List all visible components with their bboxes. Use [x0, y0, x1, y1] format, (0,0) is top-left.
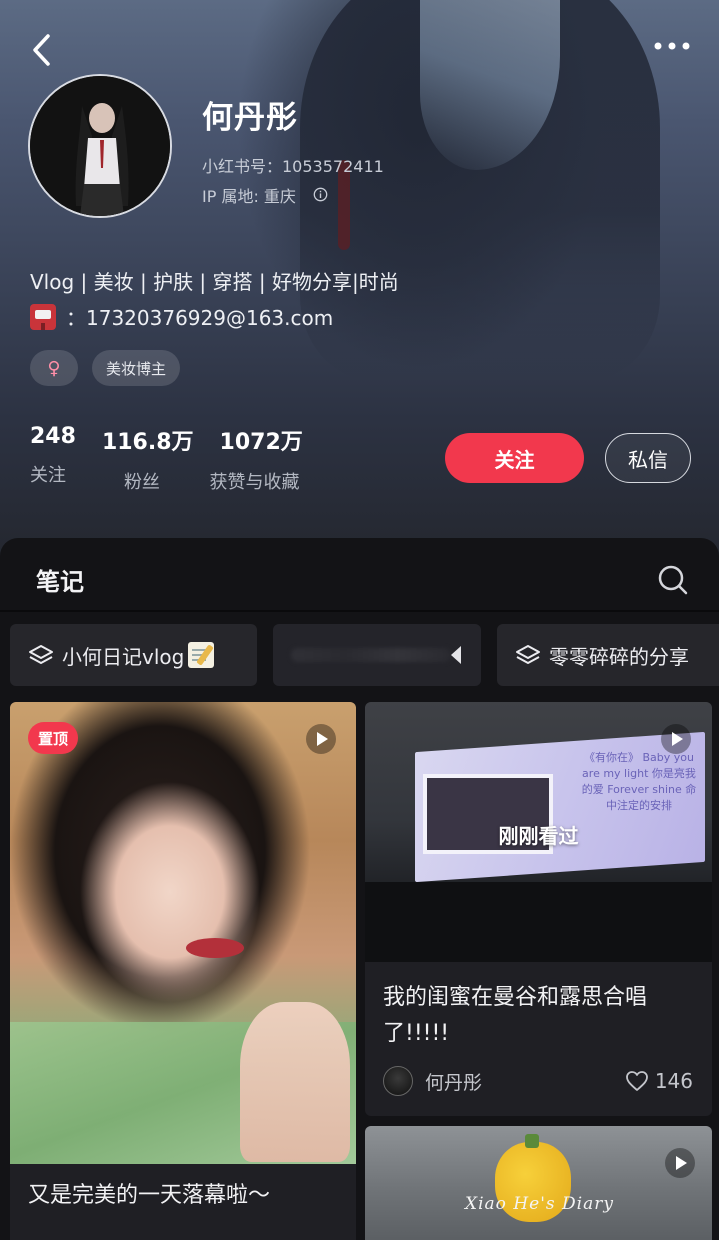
- album-misc-sharing-label: 零零碎碎的分享: [549, 644, 689, 669]
- stat-likes-collects[interactable]: 1072万 获赞与收藏: [210, 424, 303, 494]
- note-footer: 何丹彤 146: [383, 1066, 693, 1096]
- recently-viewed-label: 刚刚看过: [498, 824, 579, 848]
- profile-bio: Vlog | 美妆 | 护肤 | 穿搭 | 好物分享|时尚: [30, 270, 399, 294]
- profile-email: ：17320376929@163.com: [66, 306, 334, 330]
- note-cover-image: Xiao He's Diary: [365, 1126, 712, 1240]
- section-divider: [0, 610, 719, 612]
- note-cover-image: [10, 702, 356, 1164]
- cover-detail-stem: [525, 1134, 539, 1148]
- cover-detail-hand: [240, 1002, 350, 1162]
- layers-icon: [516, 645, 540, 664]
- album-misc-sharing[interactable]: 零零碎碎的分享: [497, 624, 719, 686]
- profile-avatar[interactable]: [28, 74, 172, 218]
- heart-icon: [625, 1071, 648, 1091]
- stat-followers[interactable]: 116.8万 粉丝: [102, 424, 194, 494]
- stat-followers-value: 116.8万: [101, 430, 194, 455]
- gender-female-icon: ♀: [30, 350, 78, 386]
- stat-likes-collects-value: 1072万: [219, 430, 303, 455]
- search-icon[interactable]: [655, 562, 691, 598]
- more-options-icon[interactable]: [648, 36, 696, 56]
- note-card[interactable]: 《有你在》 Baby you are my light 你是亮我的爱 Forev…: [365, 702, 712, 1116]
- video-play-icon: [306, 724, 336, 754]
- stat-following-value: 248: [30, 424, 76, 449]
- cover-detail-lips: [186, 938, 244, 958]
- like-count: 146: [654, 1069, 693, 1093]
- profile-stats: 248 关注 116.8万 粉丝 1072万 获赞与收藏: [30, 424, 329, 494]
- stat-followers-label: 粉丝: [123, 472, 160, 493]
- author-avatar[interactable]: [383, 1066, 413, 1096]
- note-title: 又是完美的一天落幕啦～: [28, 1183, 271, 1208]
- pinned-badge: 置顶: [28, 722, 79, 754]
- profile-email-row: ：17320376929@163.com: [30, 302, 333, 331]
- author-name[interactable]: 何丹彤: [425, 1068, 482, 1095]
- album-marker-icon: [451, 646, 461, 664]
- note-title: 我的闺蜜在曼谷和露思合唱了!!!!!: [383, 985, 648, 1046]
- notes-section-bar: 笔记: [0, 538, 719, 612]
- album-strip: 小何日记vlog 零零碎碎的分享: [10, 624, 719, 686]
- video-play-icon: [665, 1148, 695, 1178]
- tag-beauty-blogger[interactable]: 美妆博主: [92, 350, 181, 386]
- cover-detail-stage: [365, 882, 712, 962]
- info-icon[interactable]: [313, 187, 328, 202]
- album-vlog-diary[interactable]: 小何日记vlog: [10, 624, 257, 686]
- profile-ip-location: IP 属地: 重庆: [202, 183, 328, 207]
- layers-icon: [29, 645, 53, 664]
- note-card[interactable]: Xiao He's Diary: [365, 1126, 712, 1240]
- profile-tags: ♀ 美妆博主: [30, 350, 181, 386]
- tab-notes[interactable]: 笔记: [36, 562, 84, 597]
- album-hidden-label: [291, 648, 451, 662]
- album-hidden[interactable]: [273, 624, 481, 686]
- mailbox-icon: [30, 303, 56, 330]
- message-button[interactable]: 私信: [605, 433, 691, 483]
- back-icon[interactable]: [26, 30, 62, 70]
- avatar-image: [30, 76, 170, 216]
- cover-watermark: Xiao He's Diary: [465, 1194, 614, 1214]
- profile-header: 何丹彤 小红书号：1053572411 IP 属地: 重庆 Vlog | 美妆 …: [0, 0, 719, 560]
- ip-location-text: IP 属地: 重庆: [202, 187, 296, 206]
- album-vlog-diary-label: 小何日记vlog: [62, 644, 185, 669]
- follow-button[interactable]: 关注: [445, 433, 584, 483]
- profile-name: 何丹彤: [202, 100, 298, 136]
- memo-icon: [188, 642, 215, 668]
- note-card[interactable]: 置顶 又是完美的一天落幕啦～: [10, 702, 356, 1240]
- cover-screen-text: 《有你在》 Baby you are my light 你是亮我的爱 Forev…: [581, 751, 697, 812]
- profile-id[interactable]: 小红书号：1053572411: [202, 153, 384, 177]
- video-play-icon: [661, 724, 691, 754]
- stat-likes-collects-label: 获赞与收藏: [209, 472, 300, 493]
- like-button[interactable]: 146: [625, 1069, 693, 1093]
- stat-following[interactable]: 248 关注: [30, 424, 76, 494]
- stat-following-label: 关注: [30, 465, 66, 486]
